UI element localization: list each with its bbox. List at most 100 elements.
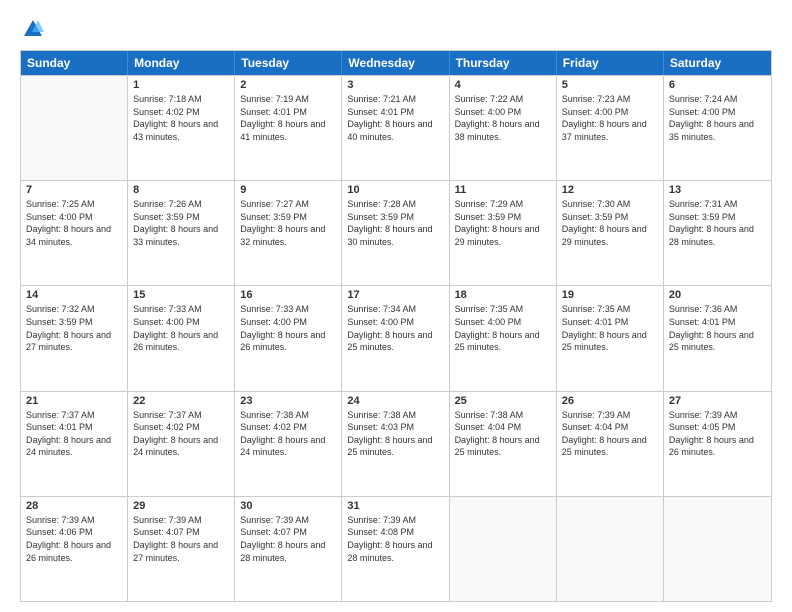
day-number: 16 [240, 289, 336, 301]
calendar-cell: 15 Sunrise: 7:33 AMSunset: 4:00 PMDayligh… [128, 286, 235, 390]
day-number: 13 [669, 184, 766, 196]
day-number: 30 [240, 500, 336, 512]
day-number: 19 [562, 289, 658, 301]
day-number: 5 [562, 79, 658, 91]
day-number: 18 [455, 289, 551, 301]
day-header-sunday: Sunday [21, 51, 128, 75]
day-info: Sunrise: 7:34 AMSunset: 4:00 PMDaylight:… [347, 303, 443, 353]
day-number: 9 [240, 184, 336, 196]
day-number: 8 [133, 184, 229, 196]
day-number: 21 [26, 395, 122, 407]
day-info: Sunrise: 7:39 AMSunset: 4:07 PMDaylight:… [133, 514, 229, 564]
calendar-cell: 25 Sunrise: 7:38 AMSunset: 4:04 PMDayligh… [450, 392, 557, 496]
day-header-tuesday: Tuesday [235, 51, 342, 75]
calendar-cell: 3Sunrise: 7:21 AMSunset: 4:01 PMDaylight… [342, 76, 449, 180]
calendar-cell: 2 Sunrise: 7:19 AMSunset: 4:01 PMDaylight… [235, 76, 342, 180]
calendar-cell: 16 Sunrise: 7:33 AMSunset: 4:00 PMDayligh… [235, 286, 342, 390]
calendar-cell: 14 Sunrise: 7:32 AMSunset: 3:59 PMDayligh… [21, 286, 128, 390]
day-header-saturday: Saturday [664, 51, 771, 75]
day-number: 6 [669, 79, 766, 91]
day-info: Sunrise: 7:24 AMSunset: 4:00 PMDaylight:… [669, 93, 766, 143]
day-info: Sunrise: 7:22 AMSunset: 4:00 PMDaylight:… [455, 93, 551, 143]
day-number: 28 [26, 500, 122, 512]
calendar-cell [664, 497, 771, 601]
calendar-cell: 28Sunrise: 7:39 AMSunset: 4:06 PMDayligh… [21, 497, 128, 601]
day-info: Sunrise: 7:32 AMSunset: 3:59 PMDaylight:… [26, 303, 122, 353]
calendar-cell [21, 76, 128, 180]
day-number: 31 [347, 500, 443, 512]
day-info: Sunrise: 7:37 AMSunset: 4:01 PMDaylight:… [26, 409, 122, 459]
day-number: 26 [562, 395, 658, 407]
day-number: 7 [26, 184, 122, 196]
day-number: 2 [240, 79, 336, 91]
day-number: 10 [347, 184, 443, 196]
day-info: Sunrise: 7:21 AMSunset: 4:01 PMDaylight:… [347, 93, 443, 143]
day-header-monday: Monday [128, 51, 235, 75]
calendar-body: 1Sunrise: 7:18 AMSunset: 4:02 PMDaylight… [21, 75, 771, 601]
day-info: Sunrise: 7:30 AMSunset: 3:59 PMDaylight:… [562, 198, 658, 248]
day-info: Sunrise: 7:23 AMSunset: 4:00 PMDaylight:… [562, 93, 658, 143]
day-number: 11 [455, 184, 551, 196]
calendar-cell: 27 Sunrise: 7:39 AMSunset: 4:05 PMDayligh… [664, 392, 771, 496]
calendar-cell: 22 Sunrise: 7:37 AMSunset: 4:02 PMDayligh… [128, 392, 235, 496]
calendar-row: 28Sunrise: 7:39 AMSunset: 4:06 PMDayligh… [21, 496, 771, 601]
day-number: 14 [26, 289, 122, 301]
calendar-cell: 5 Sunrise: 7:23 AMSunset: 4:00 PMDaylight… [557, 76, 664, 180]
day-info: Sunrise: 7:27 AMSunset: 3:59 PMDaylight:… [240, 198, 336, 248]
day-number: 17 [347, 289, 443, 301]
day-number: 27 [669, 395, 766, 407]
day-info: Sunrise: 7:39 AMSunset: 4:05 PMDaylight:… [669, 409, 766, 459]
calendar-cell: 1Sunrise: 7:18 AMSunset: 4:02 PMDaylight… [128, 76, 235, 180]
calendar-cell: 30 Sunrise: 7:39 AMSunset: 4:07 PMDayligh… [235, 497, 342, 601]
day-info: Sunrise: 7:33 AMSunset: 4:00 PMDaylight:… [133, 303, 229, 353]
day-number: 24 [347, 395, 443, 407]
calendar-cell: 13 Sunrise: 7:31 AMSunset: 3:59 PMDayligh… [664, 181, 771, 285]
day-info: Sunrise: 7:38 AMSunset: 4:02 PMDaylight:… [240, 409, 336, 459]
day-info: Sunrise: 7:38 AMSunset: 4:03 PMDaylight:… [347, 409, 443, 459]
calendar-cell: 17 Sunrise: 7:34 AMSunset: 4:00 PMDayligh… [342, 286, 449, 390]
day-header-wednesday: Wednesday [342, 51, 449, 75]
day-info: Sunrise: 7:29 AMSunset: 3:59 PMDaylight:… [455, 198, 551, 248]
calendar-cell: 10 Sunrise: 7:28 AMSunset: 3:59 PMDayligh… [342, 181, 449, 285]
day-info: Sunrise: 7:37 AMSunset: 4:02 PMDaylight:… [133, 409, 229, 459]
day-number: 29 [133, 500, 229, 512]
calendar-cell [450, 497, 557, 601]
calendar-cell: 9 Sunrise: 7:27 AMSunset: 3:59 PMDaylight… [235, 181, 342, 285]
day-info: Sunrise: 7:19 AMSunset: 4:01 PMDaylight:… [240, 93, 336, 143]
day-number: 4 [455, 79, 551, 91]
calendar-cell: 26 Sunrise: 7:39 AMSunset: 4:04 PMDayligh… [557, 392, 664, 496]
day-info: Sunrise: 7:26 AMSunset: 3:59 PMDaylight:… [133, 198, 229, 248]
calendar-row: 14 Sunrise: 7:32 AMSunset: 3:59 PMDayligh… [21, 285, 771, 390]
day-number: 20 [669, 289, 766, 301]
calendar-row: 1Sunrise: 7:18 AMSunset: 4:02 PMDaylight… [21, 75, 771, 180]
calendar-cell: 23Sunrise: 7:38 AMSunset: 4:02 PMDayligh… [235, 392, 342, 496]
logo [20, 18, 44, 40]
day-info: Sunrise: 7:31 AMSunset: 3:59 PMDaylight:… [669, 198, 766, 248]
day-number: 15 [133, 289, 229, 301]
page-header [20, 18, 772, 40]
calendar: SundayMondayTuesdayWednesdayThursdayFrid… [20, 50, 772, 602]
day-info: Sunrise: 7:38 AMSunset: 4:04 PMDaylight:… [455, 409, 551, 459]
day-number: 25 [455, 395, 551, 407]
calendar-cell: 7 Sunrise: 7:25 AMSunset: 4:00 PMDaylight… [21, 181, 128, 285]
calendar-cell: 11 Sunrise: 7:29 AMSunset: 3:59 PMDayligh… [450, 181, 557, 285]
day-info: Sunrise: 7:35 AMSunset: 4:01 PMDaylight:… [562, 303, 658, 353]
calendar-cell: 4 Sunrise: 7:22 AMSunset: 4:00 PMDaylight… [450, 76, 557, 180]
calendar-cell: 21 Sunrise: 7:37 AMSunset: 4:01 PMDayligh… [21, 392, 128, 496]
day-info: Sunrise: 7:39 AMSunset: 4:04 PMDaylight:… [562, 409, 658, 459]
day-info: Sunrise: 7:33 AMSunset: 4:00 PMDaylight:… [240, 303, 336, 353]
calendar-cell: 20Sunrise: 7:36 AMSunset: 4:01 PMDayligh… [664, 286, 771, 390]
day-number: 12 [562, 184, 658, 196]
day-info: Sunrise: 7:35 AMSunset: 4:00 PMDaylight:… [455, 303, 551, 353]
day-info: Sunrise: 7:18 AMSunset: 4:02 PMDaylight:… [133, 93, 229, 143]
calendar-cell: 31 Sunrise: 7:39 AMSunset: 4:08 PMDayligh… [342, 497, 449, 601]
day-info: Sunrise: 7:39 AMSunset: 4:08 PMDaylight:… [347, 514, 443, 564]
day-number: 22 [133, 395, 229, 407]
calendar-cell: 19 Sunrise: 7:35 AMSunset: 4:01 PMDayligh… [557, 286, 664, 390]
calendar-header: SundayMondayTuesdayWednesdayThursdayFrid… [21, 51, 771, 75]
day-info: Sunrise: 7:28 AMSunset: 3:59 PMDaylight:… [347, 198, 443, 248]
calendar-cell: 12 Sunrise: 7:30 AMSunset: 3:59 PMDayligh… [557, 181, 664, 285]
calendar-row: 21 Sunrise: 7:37 AMSunset: 4:01 PMDayligh… [21, 391, 771, 496]
day-info: Sunrise: 7:25 AMSunset: 4:00 PMDaylight:… [26, 198, 122, 248]
day-info: Sunrise: 7:39 AMSunset: 4:07 PMDaylight:… [240, 514, 336, 564]
